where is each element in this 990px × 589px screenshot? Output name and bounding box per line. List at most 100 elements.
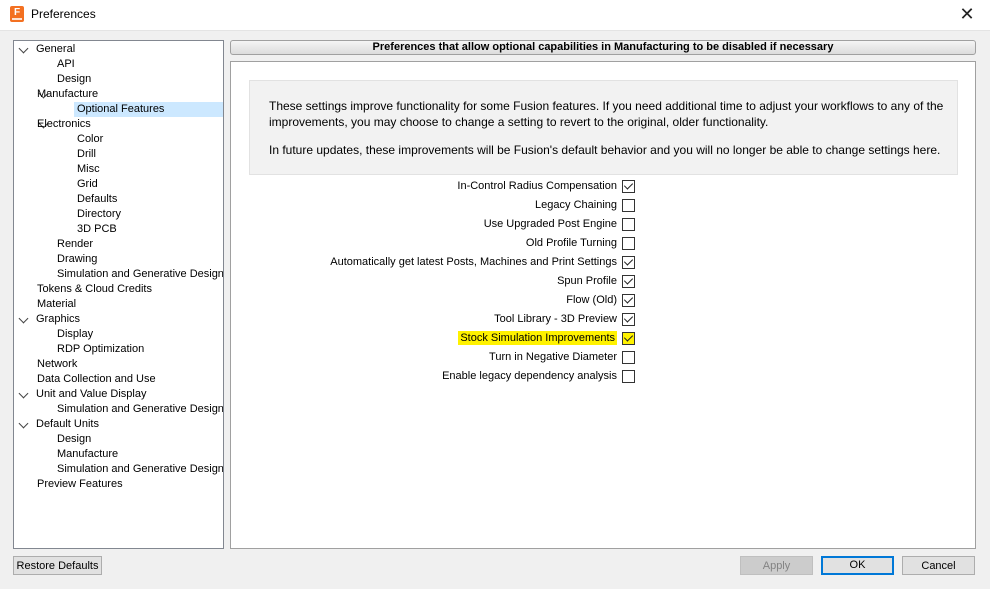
- tree-item-label: Unit and Value Display: [36, 388, 147, 400]
- close-button[interactable]: ✕: [944, 0, 990, 30]
- tree-item[interactable]: Drawing: [57, 252, 97, 267]
- tree-item[interactable]: Optional Features: [74, 102, 223, 117]
- option-checkbox[interactable]: [622, 332, 635, 345]
- fusion-app-icon: F: [10, 6, 24, 22]
- tree-item[interactable]: Simulation and Generative Design: [57, 402, 224, 417]
- tree-item-label: Simulation and Generative Design: [57, 463, 224, 475]
- tree-item-label: Simulation and Generative Design: [57, 403, 224, 415]
- tree-item[interactable]: Simulation and Generative Design: [57, 462, 224, 477]
- tree-item[interactable]: Grid: [77, 177, 98, 192]
- option-checkbox[interactable]: [622, 256, 635, 269]
- tree-item-label: Design: [57, 73, 92, 85]
- tree-item-label: Optional Features: [77, 103, 165, 115]
- tree-item-label: Render: [57, 238, 94, 250]
- tree-item[interactable]: Graphics: [36, 312, 80, 327]
- info-paragraph-1: These settings improve functionality for…: [269, 99, 944, 129]
- tree-item-label: API: [57, 58, 75, 70]
- option-label: Stock Simulation Improvements: [458, 331, 617, 345]
- option-checkbox[interactable]: [622, 370, 635, 383]
- option-checkbox[interactable]: [622, 199, 635, 212]
- tree-item-label: Color: [77, 133, 104, 145]
- tree-item-label: Tokens & Cloud Credits: [37, 283, 152, 295]
- tree-item[interactable]: Manufacture: [37, 87, 98, 102]
- tree-item[interactable]: Color: [77, 132, 103, 147]
- tree-item[interactable]: Network: [37, 357, 77, 372]
- tree-item-label: Data Collection and Use: [37, 373, 156, 385]
- chevron-down-icon[interactable]: [18, 388, 29, 399]
- tree-item[interactable]: Directory: [77, 207, 121, 222]
- tree-item-label: General: [36, 43, 76, 55]
- cancel-button[interactable]: Cancel: [902, 556, 975, 575]
- option-label: Spun Profile: [557, 275, 617, 287]
- tree-item-label: Simulation and Generative Design: [57, 268, 224, 280]
- tree-item-label: Directory: [77, 208, 122, 220]
- optional-features-panel: These settings improve functionality for…: [230, 61, 976, 549]
- tree-item[interactable]: Electronics: [37, 117, 91, 132]
- option-checkbox[interactable]: [622, 313, 635, 326]
- tree-item[interactable]: Design: [57, 432, 91, 447]
- tree-item-label: Misc: [77, 163, 100, 175]
- close-icon: ✕: [959, 4, 975, 24]
- option-label: Turn in Negative Diameter: [489, 351, 617, 363]
- tree-item[interactable]: Render: [57, 237, 93, 252]
- tree-item[interactable]: Defaults: [77, 192, 117, 207]
- option-label: Automatically get latest Posts, Machines…: [330, 256, 617, 268]
- info-box: These settings improve functionality for…: [249, 80, 958, 175]
- tree-item[interactable]: Manufacture: [57, 447, 118, 462]
- chevron-down-icon[interactable]: [18, 418, 29, 429]
- tree-item[interactable]: Drill: [77, 147, 96, 162]
- tree-item[interactable]: Misc: [77, 162, 100, 177]
- tree-item-label: Display: [57, 328, 94, 340]
- option-label: Legacy Chaining: [535, 199, 617, 211]
- tree-item[interactable]: RDP Optimization: [57, 342, 144, 357]
- option-label: In-Control Radius Compensation: [457, 180, 617, 192]
- tree-item-label: Drawing: [57, 253, 98, 265]
- tree-item-label: Graphics: [36, 313, 81, 325]
- tree-item[interactable]: Data Collection and Use: [37, 372, 156, 387]
- tree-item[interactable]: General: [36, 42, 75, 57]
- tree-item-label: Defaults: [77, 193, 118, 205]
- tree-item-label: Manufacture: [57, 448, 119, 460]
- option-label: Flow (Old): [566, 294, 617, 306]
- tree-item-label: 3D PCB: [77, 223, 117, 235]
- option-checkbox[interactable]: [622, 275, 635, 288]
- tree-item-label: Design: [57, 433, 92, 445]
- option-label: Enable legacy dependency analysis: [442, 370, 617, 382]
- tree-item-label: Network: [37, 358, 78, 370]
- tree-item[interactable]: Tokens & Cloud Credits: [37, 282, 152, 297]
- preferences-tree[interactable]: General API Design Manufacture Optional Feat…: [13, 40, 224, 549]
- option-checkbox[interactable]: [622, 351, 635, 364]
- chevron-down-icon[interactable]: [18, 43, 29, 54]
- option-label: Use Upgraded Post Engine: [483, 218, 617, 230]
- option-checkbox[interactable]: [622, 218, 635, 231]
- option-label: Old Profile Turning: [525, 237, 617, 249]
- tree-item-label: RDP Optimization: [57, 343, 145, 355]
- option-checkbox[interactable]: [622, 237, 635, 250]
- tree-item-label: Manufacture: [37, 88, 99, 100]
- tree-item[interactable]: 3D PCB: [77, 222, 117, 237]
- tree-item-label: Drill: [77, 148, 96, 160]
- info-paragraph-2: In future updates, these improvements wi…: [269, 143, 941, 157]
- tree-item-label: Grid: [77, 178, 98, 190]
- title-bar: F Preferences ✕: [0, 0, 990, 31]
- option-checkbox[interactable]: [622, 180, 635, 193]
- restore-defaults-button[interactable]: Restore Defaults: [13, 556, 102, 575]
- option-label: Tool Library - 3D Preview: [494, 313, 617, 325]
- tree-item[interactable]: Default Units: [36, 417, 99, 432]
- chevron-down-icon[interactable]: [18, 313, 29, 324]
- tree-item-label: Preview Features: [37, 478, 123, 490]
- tree-item-label: Electronics: [37, 118, 91, 130]
- tree-item[interactable]: Display: [57, 327, 93, 342]
- tree-item[interactable]: Material: [37, 297, 76, 312]
- tree-item[interactable]: API: [57, 57, 75, 72]
- tree-item[interactable]: Simulation and Generative Design: [57, 267, 224, 282]
- apply-button[interactable]: Apply: [740, 556, 813, 575]
- tree-item[interactable]: Design: [57, 72, 91, 87]
- ok-button[interactable]: OK: [821, 556, 894, 575]
- tree-item-label: Default Units: [36, 418, 99, 430]
- tree-item[interactable]: Preview Features: [37, 477, 123, 492]
- option-checkbox[interactable]: [622, 294, 635, 307]
- tree-item[interactable]: Unit and Value Display: [36, 387, 146, 402]
- section-header: Preferences that allow optional capabili…: [230, 40, 976, 55]
- tree-item-label: Material: [37, 298, 77, 310]
